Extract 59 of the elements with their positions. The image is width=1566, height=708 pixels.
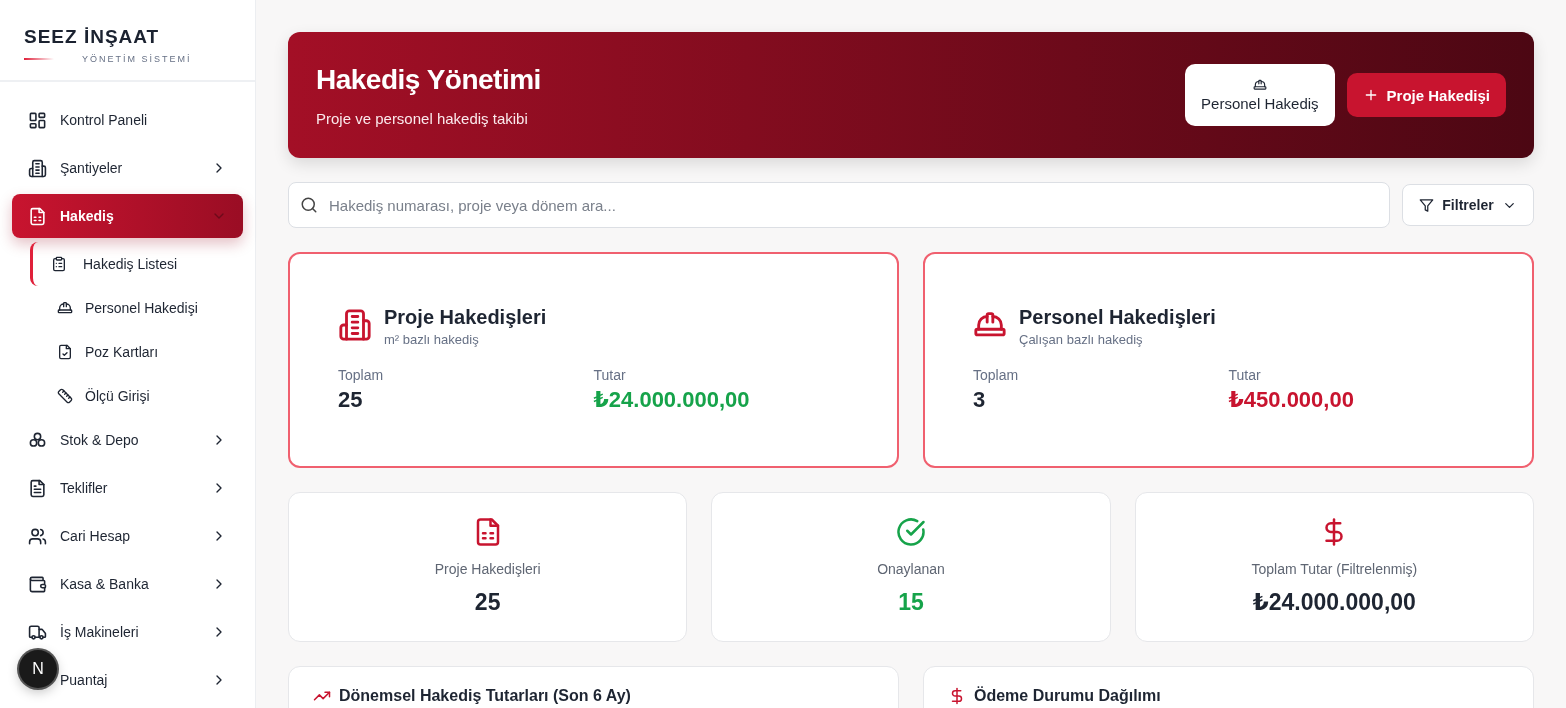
total-value: 3 bbox=[973, 387, 987, 413]
card-subtitle: Çalışan bazlı hakediş bbox=[1019, 332, 1144, 347]
amount-label: Tutar bbox=[1228, 367, 1262, 383]
boxes-icon bbox=[28, 430, 47, 450]
sidebar-item[interactable]: Kontrol Paneli bbox=[12, 98, 243, 142]
stat-label: Onaylanan bbox=[877, 561, 945, 577]
stat-value: 25 bbox=[474, 589, 501, 616]
sidebar-item[interactable]: Cari Hesap bbox=[12, 514, 243, 558]
search-icon bbox=[300, 196, 318, 214]
page-title: Hakediş Yönetimi bbox=[316, 63, 541, 96]
personnel-button[interactable]: Personel Hakediş bbox=[1185, 64, 1335, 126]
dev-tools-badge[interactable]: N bbox=[19, 650, 57, 688]
card-title: Proje Hakedişleri bbox=[384, 306, 547, 329]
brand-name: SEEZ İNŞAAT bbox=[24, 26, 161, 48]
total-value: 25 bbox=[338, 387, 364, 413]
total-label: Toplam bbox=[338, 367, 385, 383]
wallet-icon bbox=[28, 574, 47, 594]
stat-label: Toplam Tutar (Filtrelenmiş) bbox=[1251, 561, 1418, 577]
ruler-icon bbox=[57, 388, 73, 404]
sidebar-item[interactable]: Stok & Depo bbox=[12, 418, 243, 462]
grid-icon bbox=[28, 110, 47, 130]
sidebar-subitem[interactable]: Personel Hakedişi bbox=[30, 286, 243, 330]
sidebar-subitem[interactable]: Ölçü Girişi bbox=[30, 374, 243, 418]
page-subtitle: Proje ve personel hakediş takibi bbox=[316, 109, 529, 127]
stat-value: ₺24.000.000,00 bbox=[1252, 589, 1416, 616]
card-subtitle: m² bazlı hakediş bbox=[384, 332, 480, 347]
filter-icon bbox=[1419, 197, 1435, 213]
building-icon bbox=[28, 158, 47, 178]
sidebar-subitem[interactable]: Hakediş Listesi bbox=[30, 242, 243, 286]
sidebar-item[interactable]: Puantaj bbox=[58, 658, 243, 702]
users-icon bbox=[28, 526, 47, 546]
document-icon bbox=[28, 478, 47, 498]
file-check-icon bbox=[57, 344, 73, 360]
filter-button[interactable]: Filtreler bbox=[1402, 184, 1534, 226]
card-title: Personel Hakedişleri bbox=[1019, 306, 1216, 329]
panel-title: Dönemsel Hakediş Tutarları (Son 6 Ay) bbox=[339, 687, 631, 705]
sidebar-item[interactable]: Teklifler bbox=[12, 466, 243, 510]
amount-value: ₺24.000.000,00 bbox=[593, 387, 751, 413]
sidebar-item[interactable]: Kasa & Banka bbox=[12, 562, 243, 606]
brand-underline bbox=[24, 58, 54, 60]
sidebar-subitem[interactable]: Poz Kartları bbox=[30, 330, 243, 374]
total-label: Toplam bbox=[973, 367, 1020, 383]
hard-hat-icon bbox=[57, 300, 73, 316]
truck-icon bbox=[28, 622, 47, 642]
hard-hat-icon bbox=[1252, 78, 1267, 92]
brand-tagline: YÖNETİM SİSTEMİ bbox=[82, 54, 192, 64]
new-button[interactable]: Proje Hakedişi bbox=[1346, 73, 1506, 117]
stat-value: 15 bbox=[898, 589, 924, 616]
amount-label: Tutar bbox=[593, 367, 627, 383]
clipboard-icon bbox=[51, 256, 67, 272]
panel-title: Ödeme Durumu Dağılımı bbox=[974, 687, 1161, 705]
amount-value: ₺450.000,00 bbox=[1228, 387, 1355, 413]
spreadsheet-icon bbox=[28, 206, 47, 226]
sidebar-item[interactable]: Şantiyeler bbox=[12, 146, 243, 190]
sidebar-item[interactable]: Hakediş bbox=[12, 194, 243, 238]
search-field[interactable]: Hakediş numarası, proje veya dönem ara... bbox=[288, 182, 1390, 228]
stat-label: Proje Hakedişleri bbox=[434, 561, 541, 577]
check-circle-icon bbox=[896, 517, 926, 547]
building-icon bbox=[338, 308, 372, 342]
